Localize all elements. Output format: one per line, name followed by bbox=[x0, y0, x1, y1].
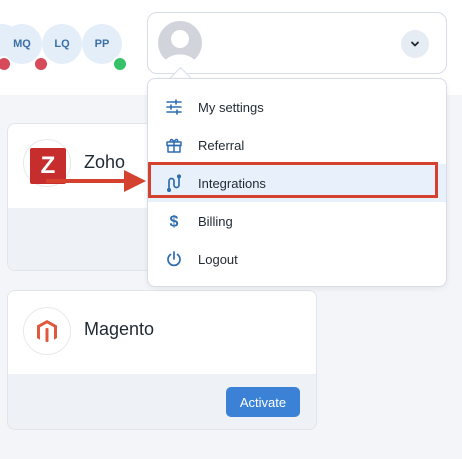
integration-card-zoho: Zoho bbox=[7, 123, 169, 271]
menu-item-label: Logout bbox=[198, 251, 238, 267]
power-icon bbox=[162, 247, 186, 271]
avatar-initials: PP bbox=[94, 38, 110, 50]
menu-item-my-settings[interactable]: My settings bbox=[148, 88, 446, 126]
status-dot bbox=[112, 56, 128, 72]
profile-dropdown-trigger[interactable] bbox=[147, 12, 447, 74]
menu-item-label: Billing bbox=[198, 213, 233, 229]
menu-item-referral[interactable]: Referral bbox=[148, 126, 446, 164]
integration-card-magento: Magento Activate bbox=[7, 290, 317, 430]
menu-item-billing[interactable]: $ Billing bbox=[148, 202, 446, 240]
menu-item-label: Referral bbox=[198, 137, 245, 153]
avatar-initials: LQ bbox=[54, 38, 70, 50]
sliders-icon bbox=[162, 95, 186, 119]
dollar-icon: $ bbox=[162, 209, 186, 233]
magento-logo bbox=[23, 307, 71, 355]
chevron-down-icon[interactable] bbox=[401, 30, 429, 58]
activate-button[interactable]: Activate bbox=[226, 387, 300, 417]
profile-avatar bbox=[158, 21, 202, 65]
svg-text:$: $ bbox=[170, 214, 179, 231]
arrow-pointer-icon bbox=[46, 170, 146, 192]
status-dot bbox=[33, 56, 49, 72]
gift-icon bbox=[162, 133, 186, 157]
integration-name: Magento bbox=[84, 319, 155, 339]
avatar-initials: MQ bbox=[13, 38, 31, 50]
user-avatar-lq[interactable]: LQ bbox=[42, 24, 82, 64]
integrations-highlight bbox=[148, 162, 438, 198]
menu-item-logout[interactable]: Logout bbox=[148, 240, 446, 278]
card-footer bbox=[8, 208, 168, 270]
menu-item-label: My settings bbox=[198, 99, 264, 115]
